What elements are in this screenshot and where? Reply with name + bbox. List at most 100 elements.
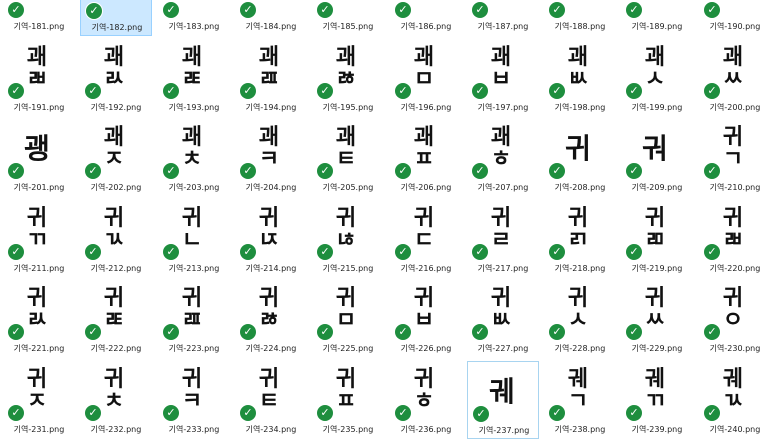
- file-name-label: 기역-228.png: [554, 344, 606, 353]
- file-item[interactable]: 괘 ㅆ ✓ 기역-200.png: [699, 39, 771, 117]
- file-item[interactable]: ㄲ✓기역-182.png: [80, 0, 152, 36]
- file-item[interactable]: 귀 ㄳ ✓ 기역-212.png: [80, 200, 152, 278]
- check-circle-icon: ✓: [163, 324, 179, 340]
- check-circle-icon: ✓: [8, 83, 24, 99]
- file-item[interactable]: 귀 ㅁ ✓ 기역-225.png: [312, 280, 384, 358]
- file-name-label: 기역-193.png: [168, 103, 220, 112]
- check-circle-icon: ✓: [163, 244, 179, 260]
- file-item[interactable]: 괘 ㅂ ✓ 기역-197.png: [467, 39, 539, 117]
- file-item[interactable]: 귀 ㄽ ✓ 기역-221.png: [3, 280, 75, 358]
- file-item[interactable]: ㄳ✓기역-183.png: [158, 0, 230, 36]
- check-circle-icon: ✓: [549, 405, 565, 421]
- file-name-label: 기역-227.png: [477, 344, 529, 353]
- file-item[interactable]: 괘 ㅋ ✓ 기역-204.png: [235, 119, 307, 197]
- file-item[interactable]: 귀 ㅌ ✓ 기역-234.png: [235, 361, 307, 439]
- file-name-label: 기역-201.png: [13, 183, 65, 192]
- check-circle-icon: ✓: [85, 244, 101, 260]
- file-item[interactable]: 귀 ㄲ ✓ 기역-211.png: [3, 200, 75, 278]
- check-circle-icon: ✓: [163, 2, 179, 18]
- file-item[interactable]: 괘 ㅎ ✓ 기역-207.png: [467, 119, 539, 197]
- file-item[interactable]: 귀 ㅀ ✓ 기역-224.png: [235, 280, 307, 358]
- check-circle-icon: ✓: [240, 244, 256, 260]
- file-name-label: 기역-196.png: [400, 103, 452, 112]
- file-item[interactable]: 궤 ㄲ ✓ 기역-239.png: [621, 361, 693, 439]
- file-item[interactable]: 궤 ✓ 기역-237.png: [467, 361, 539, 439]
- file-item[interactable]: ㄱ✓기역-181.png: [3, 0, 75, 36]
- check-circle-icon: ✓: [472, 83, 488, 99]
- check-circle-icon: ✓: [395, 2, 411, 18]
- file-item[interactable]: 귀 ㄱ ✓ 기역-210.png: [699, 119, 771, 197]
- file-name-label: 기역-218.png: [554, 264, 606, 273]
- file-name-label: 기역-232.png: [90, 425, 142, 434]
- file-item[interactable]: 귀 ㄾ ✓ 기역-222.png: [80, 280, 152, 358]
- file-item[interactable]: 궈 ✓ 기역-209.png: [621, 119, 693, 197]
- file-item[interactable]: 괘 ㅀ ✓ 기역-195.png: [312, 39, 384, 117]
- file-item[interactable]: 괘 ㅍ ✓ 기역-206.png: [390, 119, 462, 197]
- file-item[interactable]: 귀 ㄶ ✓ 기역-215.png: [312, 200, 384, 278]
- file-item[interactable]: ㄷ✓기역-187.png: [467, 0, 539, 36]
- file-item[interactable]: 괘 ㄽ ✓ 기역-192.png: [80, 39, 152, 117]
- file-item[interactable]: ㄻ✓기역-190.png: [699, 0, 771, 36]
- file-item[interactable]: 귀 ㅈ ✓ 기역-231.png: [3, 361, 75, 439]
- file-item[interactable]: ㄶ✓기역-186.png: [390, 0, 462, 36]
- check-circle-icon: ✓: [704, 324, 720, 340]
- file-item[interactable]: 귀 ㅂ ✓ 기역-226.png: [390, 280, 462, 358]
- file-item[interactable]: ㄹ✓기역-188.png: [544, 0, 616, 36]
- file-item[interactable]: 궤 ㄳ ✓ 기역-240.png: [699, 361, 771, 439]
- check-circle-icon: ✓: [704, 83, 720, 99]
- file-item[interactable]: 괭 ✓ 기역-201.png: [3, 119, 75, 197]
- file-item[interactable]: 괘 ㄼ ✓ 기역-191.png: [3, 39, 75, 117]
- file-name-label: 기역-222.png: [90, 344, 142, 353]
- file-item[interactable]: 귀 ㄴ ✓ 기역-213.png: [158, 200, 230, 278]
- file-item[interactable]: 귀 ㅎ ✓ 기역-236.png: [390, 361, 462, 439]
- file-item[interactable]: 귀 ㄹ ✓ 기역-217.png: [467, 200, 539, 278]
- check-circle-icon: ✓: [549, 324, 565, 340]
- file-item[interactable]: 귀 ㅄ ✓ 기역-227.png: [467, 280, 539, 358]
- file-item[interactable]: 귀 ㄼ ✓ 기역-220.png: [699, 200, 771, 278]
- check-circle-icon: ✓: [317, 163, 333, 179]
- file-item[interactable]: 귀 ㅍ ✓ 기역-235.png: [312, 361, 384, 439]
- file-name-label: 기역-223.png: [168, 344, 220, 353]
- file-name-label: 기역-206.png: [400, 183, 452, 192]
- file-item[interactable]: ㄴ✓기역-184.png: [235, 0, 307, 36]
- check-circle-icon: ✓: [704, 405, 720, 421]
- check-circle-icon: ✓: [395, 244, 411, 260]
- file-item[interactable]: 괘 ㅌ ✓ 기역-205.png: [312, 119, 384, 197]
- file-name-label: 기역-191.png: [13, 103, 65, 112]
- file-item[interactable]: 괘 ㅈ ✓ 기역-202.png: [80, 119, 152, 197]
- file-name-label: 기역-210.png: [709, 183, 761, 192]
- check-circle-icon: ✓: [549, 244, 565, 260]
- file-item[interactable]: 궤 ㄱ ✓ 기역-238.png: [544, 361, 616, 439]
- check-circle-icon: ✓: [86, 3, 102, 19]
- check-circle-icon: ✓: [704, 2, 720, 18]
- file-item[interactable]: 귀 ㅋ ✓ 기역-233.png: [158, 361, 230, 439]
- check-circle-icon: ✓: [626, 2, 642, 18]
- file-item[interactable]: 괘 ㅄ ✓ 기역-198.png: [544, 39, 616, 117]
- file-item[interactable]: 괘 ㄾ ✓ 기역-193.png: [158, 39, 230, 117]
- check-circle-icon: ✓: [240, 163, 256, 179]
- check-circle-icon: ✓: [395, 83, 411, 99]
- file-name-label: 기역-202.png: [90, 183, 142, 192]
- file-item[interactable]: ㄵ✓기역-185.png: [312, 0, 384, 36]
- file-item[interactable]: 귀 ㅇ ✓ 기역-230.png: [699, 280, 771, 358]
- file-item[interactable]: 귀 ㅆ ✓ 기역-229.png: [621, 280, 693, 358]
- file-item[interactable]: 귀 ㅅ ✓ 기역-228.png: [544, 280, 616, 358]
- file-item[interactable]: 귀 ✓ 기역-208.png: [544, 119, 616, 197]
- file-item[interactable]: 괘 ㅊ ✓ 기역-203.png: [158, 119, 230, 197]
- file-thumbnail-grid: ㄱ✓기역-181.pngㄲ✓기역-182.pngㄳ✓기역-183.pngㄴ✓기역…: [0, 0, 773, 447]
- file-item[interactable]: 귀 ㄷ ✓ 기역-216.png: [390, 200, 462, 278]
- file-item[interactable]: 귀 ㄻ ✓ 기역-219.png: [621, 200, 693, 278]
- check-circle-icon: ✓: [240, 83, 256, 99]
- file-item[interactable]: 귀 ㄵ ✓ 기역-214.png: [235, 200, 307, 278]
- check-circle-icon: ✓: [549, 163, 565, 179]
- file-item[interactable]: 괘 ㅁ ✓ 기역-196.png: [390, 39, 462, 117]
- check-circle-icon: ✓: [626, 405, 642, 421]
- file-item[interactable]: 괘 ㄿ ✓ 기역-194.png: [235, 39, 307, 117]
- file-item[interactable]: 귀 ㄺ ✓ 기역-218.png: [544, 200, 616, 278]
- file-item[interactable]: 귀 ㅊ ✓ 기역-232.png: [80, 361, 152, 439]
- file-item[interactable]: 괘 ㅅ ✓ 기역-199.png: [621, 39, 693, 117]
- file-item[interactable]: 귀 ㄿ ✓ 기역-223.png: [158, 280, 230, 358]
- check-circle-icon: ✓: [163, 405, 179, 421]
- check-circle-icon: ✓: [472, 324, 488, 340]
- file-item[interactable]: ㄺ✓기역-189.png: [621, 0, 693, 36]
